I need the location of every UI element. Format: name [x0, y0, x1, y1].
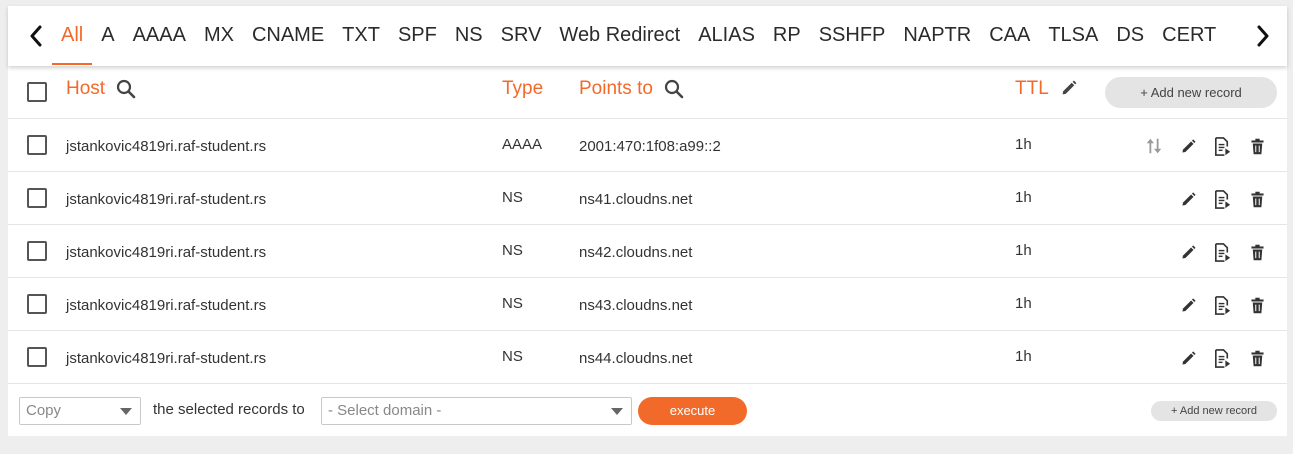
- record-host: jstankovic4819ri.raf-student.rs: [66, 138, 267, 155]
- add-new-record-button[interactable]: + Add new record: [1105, 77, 1277, 108]
- tab-aaaa[interactable]: AAAA: [124, 6, 195, 66]
- chevron-down-icon: [120, 408, 132, 415]
- pencil-icon[interactable]: [1059, 78, 1081, 100]
- chevron-right-icon[interactable]: [1243, 6, 1283, 66]
- column-header-host: Host: [66, 78, 137, 100]
- bulk-action-select[interactable]: Copy: [19, 397, 141, 425]
- search-icon[interactable]: [115, 78, 137, 100]
- row-checkbox[interactable]: [27, 188, 47, 208]
- table-row: jstankovic4819ri.raf-student.rs NS ns44.…: [8, 331, 1287, 384]
- document-export-icon[interactable]: [1211, 347, 1233, 369]
- trash-icon[interactable]: [1246, 188, 1268, 210]
- pencil-icon[interactable]: [1177, 188, 1199, 210]
- document-export-icon[interactable]: [1211, 135, 1233, 157]
- record-type: NS: [502, 295, 523, 312]
- tab-cname[interactable]: CNAME: [243, 6, 333, 66]
- record-type: NS: [502, 348, 523, 365]
- trash-icon[interactable]: [1246, 135, 1268, 157]
- tab-mx[interactable]: MX: [195, 6, 243, 66]
- tab-spf[interactable]: SPF: [389, 6, 446, 66]
- add-new-record-button-footer[interactable]: + Add new record: [1151, 401, 1277, 421]
- tab-txt[interactable]: TXT: [333, 6, 389, 66]
- record-ttl: 1h: [1015, 295, 1032, 312]
- row-checkbox[interactable]: [27, 347, 47, 367]
- record-host: jstankovic4819ri.raf-student.rs: [66, 244, 267, 261]
- record-points-to: ns41.cloudns.net: [579, 191, 693, 208]
- row-checkbox[interactable]: [27, 135, 47, 155]
- record-points-to: ns43.cloudns.net: [579, 297, 693, 314]
- bulk-action-text: the selected records to: [153, 401, 305, 418]
- record-ttl: 1h: [1015, 136, 1032, 153]
- table-row: jstankovic4819ri.raf-student.rs NS ns42.…: [8, 225, 1287, 278]
- document-export-icon[interactable]: [1211, 188, 1233, 210]
- table-row: jstankovic4819ri.raf-student.rs AAAA 200…: [8, 119, 1287, 172]
- document-export-icon[interactable]: [1211, 294, 1233, 316]
- tab-cert[interactable]: CERT: [1153, 6, 1225, 66]
- record-type-tabbar: All A AAAA MX CNAME TXT SPF NS SRV Web Redirect AL…: [8, 6, 1287, 66]
- search-icon[interactable]: [663, 78, 685, 100]
- column-header-ttl-label: TTL: [1015, 78, 1049, 99]
- record-points-to: ns44.cloudns.net: [579, 350, 693, 367]
- record-type: AAAA: [502, 136, 543, 153]
- pencil-icon[interactable]: [1177, 294, 1199, 316]
- domain-select-value: - Select domain -: [328, 402, 442, 419]
- record-ttl: 1h: [1015, 348, 1032, 365]
- tab-sshfp[interactable]: SSHFP: [810, 6, 895, 66]
- pencil-icon[interactable]: [1177, 135, 1199, 157]
- tab-all[interactable]: All: [52, 6, 93, 65]
- sort-arrows-icon[interactable]: [1143, 135, 1165, 157]
- column-header-ttl: TTL: [1015, 78, 1081, 100]
- tab-caa[interactable]: CAA: [980, 6, 1039, 66]
- column-header-points-to-label: Points to: [579, 78, 653, 99]
- row-checkbox[interactable]: [27, 241, 47, 261]
- record-points-to: 2001:470:1f08:a99::2: [579, 138, 721, 155]
- trash-icon[interactable]: [1246, 347, 1268, 369]
- record-ttl: 1h: [1015, 242, 1032, 259]
- tab-rp[interactable]: RP: [764, 6, 810, 66]
- chevron-left-icon[interactable]: [16, 6, 56, 66]
- tab-srv[interactable]: SRV: [492, 6, 551, 66]
- select-all-checkbox[interactable]: [27, 82, 47, 102]
- column-header-points-to: Points to: [579, 78, 685, 100]
- record-host: jstankovic4819ri.raf-student.rs: [66, 191, 267, 208]
- records-table: Host Type Points to TTL + Add new record…: [8, 66, 1287, 436]
- pencil-icon[interactable]: [1177, 241, 1199, 263]
- table-row: jstankovic4819ri.raf-student.rs NS ns43.…: [8, 278, 1287, 331]
- bulk-action-bar: Copy the selected records to - Select do…: [8, 385, 1287, 436]
- column-header-host-label: Host: [66, 78, 106, 99]
- tab-naptr[interactable]: NAPTR: [894, 6, 980, 66]
- chevron-down-icon: [611, 408, 623, 415]
- domain-select[interactable]: - Select domain -: [321, 397, 632, 425]
- record-type: NS: [502, 189, 523, 206]
- column-header-type: Type: [502, 78, 544, 99]
- tab-web-redirect[interactable]: Web Redirect: [550, 6, 689, 66]
- document-export-icon[interactable]: [1211, 241, 1233, 263]
- tab-alias[interactable]: ALIAS: [689, 6, 764, 66]
- tab-tlsa[interactable]: TLSA: [1039, 6, 1107, 66]
- record-points-to: ns42.cloudns.net: [579, 244, 693, 261]
- execute-button[interactable]: execute: [638, 397, 747, 425]
- row-checkbox[interactable]: [27, 294, 47, 314]
- table-row: jstankovic4819ri.raf-student.rs NS ns41.…: [8, 172, 1287, 225]
- tab-list: All A AAAA MX CNAME TXT SPF NS SRV Web Redirect AL…: [52, 6, 1243, 66]
- record-ttl: 1h: [1015, 189, 1032, 206]
- tab-ns[interactable]: NS: [446, 6, 492, 66]
- record-type: NS: [502, 242, 523, 259]
- trash-icon[interactable]: [1246, 241, 1268, 263]
- tab-ds[interactable]: DS: [1107, 6, 1153, 66]
- bulk-action-select-value: Copy: [26, 402, 62, 419]
- pencil-icon[interactable]: [1177, 347, 1199, 369]
- tab-a[interactable]: A: [92, 6, 123, 66]
- table-header: Host Type Points to TTL + Add new record: [8, 66, 1287, 119]
- record-host: jstankovic4819ri.raf-student.rs: [66, 350, 267, 367]
- record-host: jstankovic4819ri.raf-student.rs: [66, 297, 267, 314]
- trash-icon[interactable]: [1246, 294, 1268, 316]
